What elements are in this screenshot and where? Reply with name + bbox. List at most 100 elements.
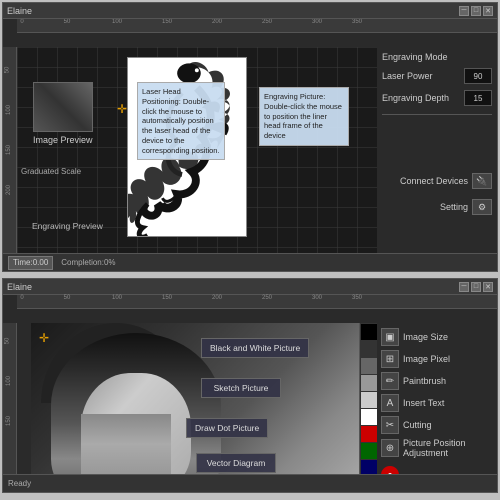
color-white xyxy=(361,409,377,425)
ruler-mark-50: 50 xyxy=(64,19,71,25)
ruler-mark-150: 150 xyxy=(162,19,172,25)
bottom-minimize-button[interactable]: ─ xyxy=(459,282,469,292)
image-size-icon[interactable]: ▣ xyxy=(381,328,399,346)
draw-dot-menu[interactable]: Draw Dot Picture xyxy=(186,418,268,438)
b-ruler-250: 250 xyxy=(262,295,272,301)
connect-devices-label: Connect Devices xyxy=(400,176,468,186)
color-red xyxy=(361,426,377,442)
bottom-status-text: Ready xyxy=(8,479,31,488)
cutting-label: Cutting xyxy=(403,420,432,430)
top-right-panel: Engraving Mode Laser Power Engraving Dep… xyxy=(377,47,497,253)
cutting-row: ✂ Cutting xyxy=(381,416,493,434)
paintbrush-icon[interactable]: ✏ xyxy=(381,372,399,390)
bottom-ruler-vertical: 50 100 150 xyxy=(3,323,17,474)
image-size-row: ▣ Image Size xyxy=(381,328,493,346)
image-preview-label: Image Preview xyxy=(33,135,93,145)
color-gray xyxy=(361,358,377,374)
b-ruler-150: 150 xyxy=(162,295,172,301)
top-status-bar: Time:0.00 Completion:0% xyxy=(3,253,497,271)
insert-text-icon[interactable]: A xyxy=(381,394,399,412)
bottom-crosshair-icon: ✛ xyxy=(39,331,49,345)
neck-shoulder xyxy=(81,414,171,474)
laser-power-label: Laser Power xyxy=(382,71,433,81)
bottom-title-bar: Elaine ─ □ ✕ xyxy=(3,279,497,295)
setting-row: Setting ⚙ xyxy=(382,195,492,215)
setting-button[interactable]: ⚙ xyxy=(472,199,492,215)
picture-position-row: ⊕ Picture Position Adjustment xyxy=(381,438,493,458)
laser-power-row: Laser Power xyxy=(382,68,492,84)
maximize-button[interactable]: □ xyxy=(471,6,481,16)
ruler-mark-200: 200 xyxy=(212,19,222,25)
color-light-gray xyxy=(361,375,377,391)
laser-head-tooltip: Laser Head Positioning: Double-click the… xyxy=(137,82,225,160)
black-white-menu[interactable]: Black and White Picture xyxy=(201,338,309,358)
bottom-maximize-button[interactable]: □ xyxy=(471,282,481,292)
bottom-window: Elaine ─ □ ✕ 0 50 100 150 200 250 300 35… xyxy=(2,278,498,493)
setting-label: Setting xyxy=(440,202,468,212)
insert-text-row: A Insert Text xyxy=(381,394,493,412)
connect-devices-button[interactable]: 🔌 xyxy=(472,173,492,189)
paintbrush-label: Paintbrush xyxy=(403,376,446,386)
completion-status: Completion:0% xyxy=(61,258,115,267)
crosshair-icon: ✛ xyxy=(117,102,127,116)
top-title-buttons: ─ □ ✕ xyxy=(459,6,493,16)
picture-position-icon[interactable]: ⊕ xyxy=(381,439,399,457)
engraving-picture-tooltip: Engraving Picture: Double-click the mous… xyxy=(259,87,349,146)
close-button[interactable]: ✕ xyxy=(483,6,493,16)
b-ruler-350: 350 xyxy=(352,295,362,301)
graduated-scale-label: Graduated Scale xyxy=(21,167,81,176)
top-canvas-area[interactable]: Image Preview Graduated Scale ✛ xyxy=(17,47,377,253)
b-ruler-200: 200 xyxy=(212,295,222,301)
ruler-mark-0: 0 xyxy=(20,19,23,25)
image-pixel-label: Image Pixel xyxy=(403,354,450,364)
ruler-mark-100: 100 xyxy=(112,19,122,25)
ruler-mark-250: 250 xyxy=(262,19,272,25)
insert-text-label: Insert Text xyxy=(403,398,444,408)
top-ruler-vertical: 50 100 150 200 xyxy=(3,47,17,253)
spacer-1 xyxy=(382,123,492,163)
engraving-depth-label: Engraving Depth xyxy=(382,93,449,103)
laser-power-input[interactable] xyxy=(464,68,492,84)
b-ruler-0: 0 xyxy=(20,295,23,301)
image-size-label: Image Size xyxy=(403,332,448,342)
top-thumbnail xyxy=(33,82,93,132)
sketch-menu[interactable]: Sketch Picture xyxy=(201,378,281,398)
time-status[interactable]: Time:0.00 xyxy=(8,256,53,270)
bottom-status-bar: Ready xyxy=(3,474,497,492)
top-window: Elaine ─ □ ✕ 0 50 100 150 200 250 300 35… xyxy=(2,2,498,272)
engraving-mode-label: Engraving Mode xyxy=(382,52,448,62)
top-title-bar: Elaine ─ □ ✕ xyxy=(3,3,497,19)
thumbnail-image xyxy=(34,83,92,131)
bottom-right-panel: ▣ Image Size ⊞ Image Pixel ✏ Paintbrush … xyxy=(377,323,497,474)
top-ruler-horizontal: 0 50 100 150 200 250 300 350 xyxy=(17,19,497,33)
top-window-title: Elaine xyxy=(7,6,32,16)
color-black xyxy=(361,324,377,340)
color-lighter xyxy=(361,392,377,408)
b-ruler-100: 100 xyxy=(112,295,122,301)
engraving-depth-input[interactable] xyxy=(464,90,492,106)
paintbrush-row: ✏ Paintbrush xyxy=(381,372,493,390)
vector-diagram-menu[interactable]: Vector Diagram xyxy=(196,453,276,473)
b-ruler-300: 300 xyxy=(312,295,322,301)
image-pixel-row: ⊞ Image Pixel xyxy=(381,350,493,368)
ruler-mark-300: 300 xyxy=(312,19,322,25)
connect-devices-row: Connect Devices 🔌 xyxy=(382,169,492,189)
bottom-ruler-horizontal: 0 50 100 150 200 250 300 350 xyxy=(17,295,497,309)
image-pixel-icon[interactable]: ⊞ xyxy=(381,350,399,368)
bottom-canvas-area[interactable]: ✛ Black and White Picture Sketch Picture xyxy=(31,323,377,474)
cutting-icon[interactable]: ✂ xyxy=(381,416,399,434)
paint-color-strip xyxy=(359,323,377,474)
b-ruler-50: 50 xyxy=(64,295,71,301)
ruler-mark-350: 350 xyxy=(352,19,362,25)
engraving-preview-label: Engraving Preview xyxy=(32,221,103,231)
color-dark-gray xyxy=(361,341,377,357)
engraving-depth-row: Engraving Depth xyxy=(382,90,492,106)
bottom-close-button[interactable]: ✕ xyxy=(483,282,493,292)
bottom-window-title: Elaine xyxy=(7,282,32,292)
minimize-button[interactable]: ─ xyxy=(459,6,469,16)
color-green xyxy=(361,443,377,459)
engraving-mode-row: Engraving Mode xyxy=(382,52,492,62)
color-blue xyxy=(361,460,377,474)
separator-1 xyxy=(382,114,492,115)
picture-position-label: Picture Position Adjustment xyxy=(403,438,493,458)
